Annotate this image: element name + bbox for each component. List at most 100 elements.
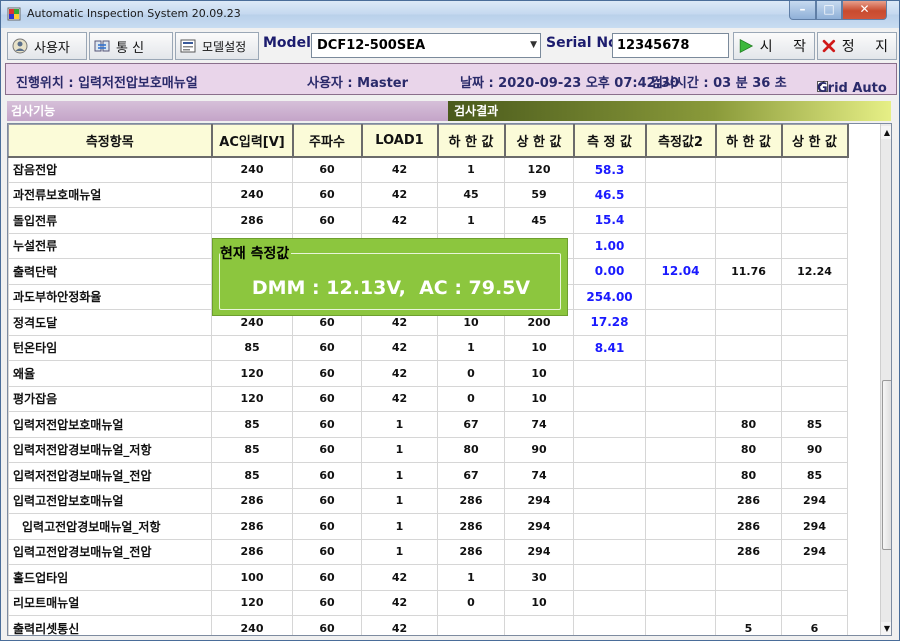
close-button[interactable]: ✕ xyxy=(842,1,887,20)
item-name-cell: 잡음전압 xyxy=(8,156,212,183)
table-cell: 0 xyxy=(437,589,505,616)
table-cell: 294 xyxy=(781,487,848,514)
serial-input[interactable]: 12345678 xyxy=(612,33,729,58)
table-cell: 286 xyxy=(437,513,505,540)
section-header-results: 검사결과 xyxy=(448,101,891,121)
table-cell: 1 xyxy=(361,411,438,438)
table-cell: 42 xyxy=(361,564,438,591)
model-label: Model xyxy=(263,35,311,51)
table-cell: 85 xyxy=(211,334,293,361)
table-cell xyxy=(781,207,848,234)
table-cell xyxy=(645,181,716,208)
start-button-label: 시 작 xyxy=(759,39,814,55)
table-cell xyxy=(645,385,716,412)
column-header[interactable]: 상 한 값 xyxy=(504,124,575,158)
table-cell xyxy=(645,207,716,234)
table-row[interactable]: 과전류보호매뉴얼 240 60 42 45 59 46.5 xyxy=(8,181,848,208)
column-header[interactable]: AC입력[V] xyxy=(211,124,294,158)
section-header-functions: 검사기능 xyxy=(7,101,448,121)
table-cell: 80 xyxy=(715,436,782,463)
table-cell: 80 xyxy=(437,436,505,463)
table-cell xyxy=(781,589,848,616)
scroll-down-arrow-icon[interactable]: ▼ xyxy=(881,622,891,635)
results-table: 측정항목 AC입력[V] 주파수 LOAD1 하 한 값상 한 값측 정 값 측정값2 하 … xyxy=(8,124,849,635)
column-header[interactable]: 측 정 값 xyxy=(573,124,647,158)
table-cell xyxy=(645,589,716,616)
table-row[interactable]: 턴온타임 85 60 42 1 10 8.41 xyxy=(8,334,848,361)
column-header[interactable]: 하 한 값 xyxy=(437,124,506,158)
scroll-up-arrow-icon[interactable]: ▲ xyxy=(881,126,891,139)
table-cell xyxy=(715,232,782,259)
item-name-cell: 입력저전압보호매뉴얼 xyxy=(8,411,212,438)
table-cell xyxy=(573,462,646,489)
table-row[interactable]: 입력고전압경보매뉴얼_저항 286 60 1 286 294 286 294 xyxy=(8,513,848,540)
table-cell: 294 xyxy=(781,538,848,565)
table-cell xyxy=(715,334,782,361)
table-cell xyxy=(645,513,716,540)
table-cell: 240 xyxy=(211,615,293,635)
table-cell xyxy=(781,283,848,310)
scrollbar-thumb[interactable] xyxy=(882,380,891,550)
table-cell xyxy=(781,181,848,208)
table-row[interactable]: 입력저전압경보매뉴얼_저항 85 60 1 80 90 80 90 xyxy=(8,436,848,463)
table-row[interactable]: 입력저전압보호매뉴얼 85 60 1 67 74 80 85 xyxy=(8,411,848,438)
minimize-button[interactable]: – xyxy=(789,1,816,20)
table-cell: 286 xyxy=(437,538,505,565)
item-name-cell: 입력고전압경보매뉴얼_전압 xyxy=(8,538,212,565)
communication-icon xyxy=(94,40,110,52)
vertical-scrollbar[interactable]: ▲ ▼ xyxy=(880,124,891,635)
model-settings-button[interactable]: 모델설정 xyxy=(175,32,259,60)
table-cell xyxy=(781,564,848,591)
user-button-label: 사용자 xyxy=(34,40,70,56)
table-row[interactable]: 잡음전압 240 60 42 1 120 58.3 xyxy=(8,156,848,183)
table-row[interactable]: 입력고전압경보매뉴얼_전압 286 60 1 286 294 286 294 xyxy=(8,538,848,565)
table-row[interactable]: 홀드업타임 100 60 42 1 30 xyxy=(8,564,848,591)
window-title: Automatic Inspection System 20.09.23 xyxy=(27,7,241,20)
title-bar[interactable]: Automatic Inspection System 20.09.23 – □… xyxy=(1,1,899,28)
stop-button[interactable]: 정 지 xyxy=(817,32,897,60)
maximize-button[interactable]: □ xyxy=(816,1,842,20)
table-row[interactable]: 돌입전류 286 60 42 1 45 15.4 xyxy=(8,207,848,234)
item-name-cell: 왜율 xyxy=(8,360,212,387)
item-name-cell: 입력저전압경보매뉴얼_저항 xyxy=(8,436,212,463)
stop-x-icon xyxy=(822,39,836,53)
table-cell: 0 xyxy=(437,360,505,387)
table-cell: 60 xyxy=(292,411,362,438)
column-header[interactable]: 측정값2 xyxy=(645,124,717,158)
table-cell xyxy=(781,309,848,336)
table-cell xyxy=(645,615,716,635)
table-cell: 90 xyxy=(504,436,574,463)
user-button[interactable]: 사용자 xyxy=(7,32,87,60)
column-header[interactable]: LOAD1 xyxy=(361,124,439,158)
measurement-readout: DMM : 12.13V, AC : 79.5V xyxy=(251,277,531,299)
column-header[interactable]: 주파수 xyxy=(292,124,363,158)
table-cell: 100 xyxy=(211,564,293,591)
model-select[interactable]: DCF12-500SEA ▼ xyxy=(311,33,541,58)
table-row[interactable]: 입력저전압경보매뉴얼_전압 85 60 1 67 74 80 85 xyxy=(8,462,848,489)
table-cell: 11.76 xyxy=(715,258,782,285)
table-cell: 1 xyxy=(361,487,438,514)
results-grid[interactable]: 측정항목 AC입력[V] 주파수 LOAD1 하 한 값상 한 값측 정 값 측정값2 하 … xyxy=(7,123,892,636)
table-cell: 240 xyxy=(211,156,293,183)
column-header[interactable]: 측정항목 xyxy=(8,124,213,158)
table-row[interactable]: 출력리셋통신 240 60 42 5 6 xyxy=(8,615,848,635)
table-row[interactable]: 리모트매뉴얼 120 60 42 0 10 xyxy=(8,589,848,616)
table-header-row: 측정항목 AC입력[V] 주파수 LOAD1 하 한 값상 한 값측 정 값 측정값2 하 … xyxy=(8,124,849,158)
table-cell: 5 xyxy=(715,615,782,635)
table-cell: 42 xyxy=(361,615,438,635)
table-cell xyxy=(573,589,646,616)
table-cell: 60 xyxy=(292,615,362,635)
table-row[interactable]: 왜율 120 60 42 0 10 xyxy=(8,360,848,387)
communication-button[interactable]: 통 신 xyxy=(89,32,173,60)
maximize-icon: □ xyxy=(823,2,835,16)
column-header[interactable]: 상 한 값 xyxy=(781,124,849,158)
start-button[interactable]: 시 작 xyxy=(733,32,815,60)
column-header[interactable]: 하 한 값 xyxy=(715,124,783,158)
table-row[interactable]: 입력고전압보호매뉴얼 286 60 1 286 294 286 294 xyxy=(8,487,848,514)
table-cell: 1 xyxy=(437,334,505,361)
table-row[interactable]: 평가잡음 120 60 42 0 10 xyxy=(8,385,848,412)
app-window: Automatic Inspection System 20.09.23 – □… xyxy=(0,0,900,641)
table-cell: 60 xyxy=(292,207,362,234)
table-cell: 42 xyxy=(361,589,438,616)
table-cell xyxy=(645,283,716,310)
